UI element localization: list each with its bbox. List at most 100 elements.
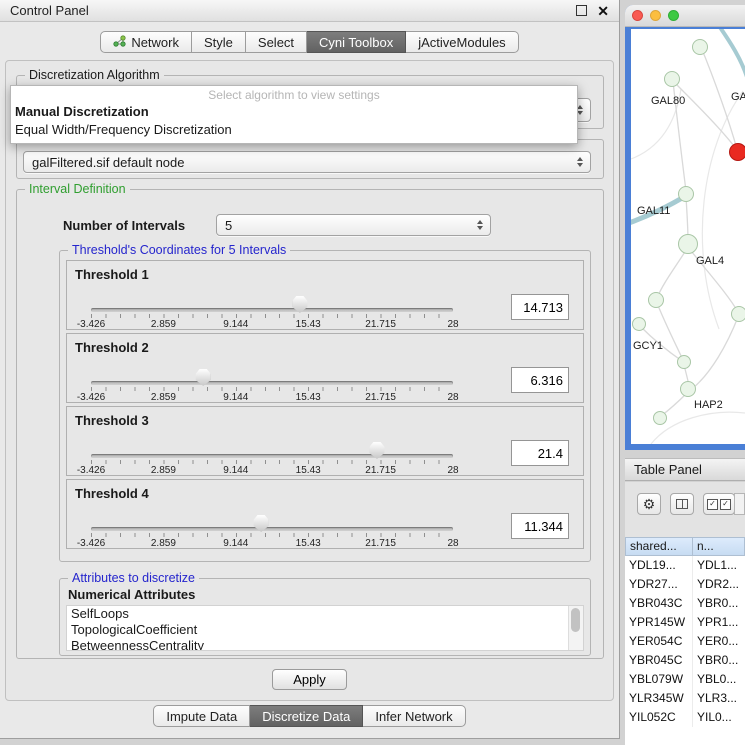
minimize-button[interactable] [650, 10, 661, 21]
table-row[interactable]: YDR27...YDR2... [625, 575, 745, 594]
network-node[interactable] [731, 306, 745, 322]
slider-scale-label: 15.43 [296, 465, 321, 476]
dropdown-option-equal-width-frequency[interactable]: Equal Width/Frequency Discretization [11, 121, 577, 139]
tab-network[interactable]: Network [100, 31, 192, 53]
slider-scale-label: 9.144 [223, 465, 248, 476]
attribute-item[interactable]: TopologicalCoefficient [67, 622, 583, 638]
slider-scale-label: 9.144 [223, 319, 248, 330]
tab-discretize-data[interactable]: Discretize Data [250, 705, 363, 727]
network-node[interactable] [677, 355, 691, 369]
slider-scale-label: 21.715 [365, 392, 396, 403]
threshold-1-value-field[interactable] [511, 294, 569, 320]
threshold-4-slider[interactable]: -3.4262.8599.14415.4321.71528 [91, 514, 453, 548]
threshold-2-value-field[interactable] [511, 367, 569, 393]
slider-scale-label: 28 [447, 392, 458, 403]
table-cell: YIL0... [693, 708, 745, 727]
numerical-attributes-list[interactable]: SelfLoopsTopologicalCoefficientBetweenne… [66, 605, 584, 651]
table-body[interactable]: YDL19...YDL1...YDR27...YDR2...YBR043CYBR… [625, 556, 745, 745]
control-panel-window: Control Panel ✕ Network Style [0, 0, 620, 739]
network-node[interactable] [653, 411, 667, 425]
number-of-intervals-value: 5 [225, 218, 232, 233]
columns-icon[interactable] [670, 493, 694, 515]
slider-track[interactable] [91, 381, 453, 385]
tab-label: Infer Network [375, 709, 452, 724]
slider-track[interactable] [91, 308, 453, 312]
table-cell: YBL0... [693, 670, 745, 689]
slider-scale-label: 28 [447, 319, 458, 330]
table-cell: YLR345W [625, 689, 693, 708]
number-of-intervals-combobox[interactable]: 5 [216, 214, 491, 236]
list-scrollbar[interactable] [568, 606, 583, 650]
dropdown-option-manual-discretization[interactable]: Manual Discretization [11, 103, 577, 121]
tab-impute-data[interactable]: Impute Data [153, 705, 250, 727]
zoom-button[interactable] [668, 10, 679, 21]
algorithm-dropdown-popup: Select algorithm to view settings Manual… [10, 85, 578, 144]
table-row[interactable]: YLR345WYLR3... [625, 689, 745, 708]
table-data-combobox[interactable]: galFiltered.sif default node [23, 151, 591, 173]
table-row[interactable]: YER054CYER0... [625, 632, 745, 651]
tab-jactivemodules[interactable]: jActiveModules [406, 31, 518, 53]
gear-icon[interactable]: ⚙ [637, 493, 661, 515]
network-view-window: GAL80GAGAL11GAL4GCY1HAP2 [625, 5, 745, 450]
slider-track[interactable] [91, 527, 453, 531]
slider-track[interactable] [91, 454, 453, 458]
network-node[interactable] [678, 186, 694, 202]
tab-infer-network[interactable]: Infer Network [363, 705, 465, 727]
tab-style[interactable]: Style [192, 31, 246, 53]
network-node[interactable] [632, 317, 646, 331]
table-cell: YIL052C [625, 708, 693, 727]
network-node[interactable] [680, 381, 696, 397]
table-row[interactable]: YBR045CYBR0... [625, 651, 745, 670]
network-node[interactable] [678, 234, 698, 254]
group-title: Threshold's Coordinates for 5 Intervals [68, 243, 290, 258]
attribute-item[interactable]: BetweennessCentrality [67, 638, 583, 651]
table-cell: YDL19... [625, 556, 693, 575]
tab-cyni-toolbox[interactable]: Cyni Toolbox [307, 31, 406, 53]
table-cell: YBL079W [625, 670, 693, 689]
network-node[interactable] [664, 71, 680, 87]
threshold-3-slider[interactable]: -3.4262.8599.14415.4321.71528 [91, 441, 453, 475]
tab-label: jActiveModules [418, 35, 505, 50]
close-icon[interactable]: ✕ [597, 4, 609, 18]
table-cell: YBR043C [625, 594, 693, 613]
network-node-label: GAL11 [637, 205, 670, 217]
tab-label: Cyni Toolbox [319, 35, 393, 50]
column-header-shared-name[interactable]: shared... [625, 537, 693, 556]
table-row[interactable]: YBR043CYBR0... [625, 594, 745, 613]
scroll-corner [734, 493, 745, 515]
table-row[interactable]: YDL19...YDL1... [625, 556, 745, 575]
table-row[interactable]: YPR145WYPR1... [625, 613, 745, 632]
apply-button[interactable]: Apply [272, 669, 347, 690]
column-header-name[interactable]: n... [693, 537, 745, 556]
float-window-icon[interactable] [576, 5, 587, 16]
table-cell: YBR0... [693, 651, 745, 670]
slider-scale-label: -3.426 [77, 465, 105, 476]
slider-scale-label: 28 [447, 538, 458, 549]
slider-scale-label: 21.715 [365, 465, 396, 476]
tab-select[interactable]: Select [246, 31, 307, 53]
attribute-item[interactable]: SelfLoops [67, 606, 583, 622]
scrollbar-thumb[interactable] [571, 608, 580, 632]
threshold-3-value-field[interactable] [511, 440, 569, 466]
network-node-label: GAL4 [696, 255, 724, 267]
threshold-4-value-field[interactable] [511, 513, 569, 539]
network-canvas[interactable]: GAL80GAGAL11GAL4GCY1HAP2 [631, 29, 745, 444]
close-button[interactable] [632, 10, 643, 21]
network-node[interactable] [729, 143, 745, 161]
table-row[interactable]: YIL052CYIL0... [625, 708, 745, 727]
number-of-intervals-label: Number of Intervals [63, 218, 185, 233]
table-cell: YDR2... [693, 575, 745, 594]
table-cell: YBR045C [625, 651, 693, 670]
threshold-label: Threshold 1 [75, 267, 149, 282]
table-cell: YPR145W [625, 613, 693, 632]
threshold-2-slider[interactable]: -3.4262.8599.14415.4321.71528 [91, 368, 453, 402]
slider-scale: -3.4262.8599.14415.4321.71528 [91, 537, 453, 549]
interval-definition-group: Interval Definition Number of Intervals … [16, 189, 604, 659]
table-row[interactable]: YBL079WYBL0... [625, 670, 745, 689]
threshold-1-slider[interactable]: -3.4262.8599.14415.4321.71528 [91, 295, 453, 329]
select-columns-icon[interactable]: ✓ ✓ [703, 493, 735, 515]
control-panel-titlebar: Control Panel ✕ [0, 0, 619, 22]
slider-scale-label: -3.426 [77, 392, 105, 403]
network-node[interactable] [692, 39, 708, 55]
network-node[interactable] [648, 292, 664, 308]
